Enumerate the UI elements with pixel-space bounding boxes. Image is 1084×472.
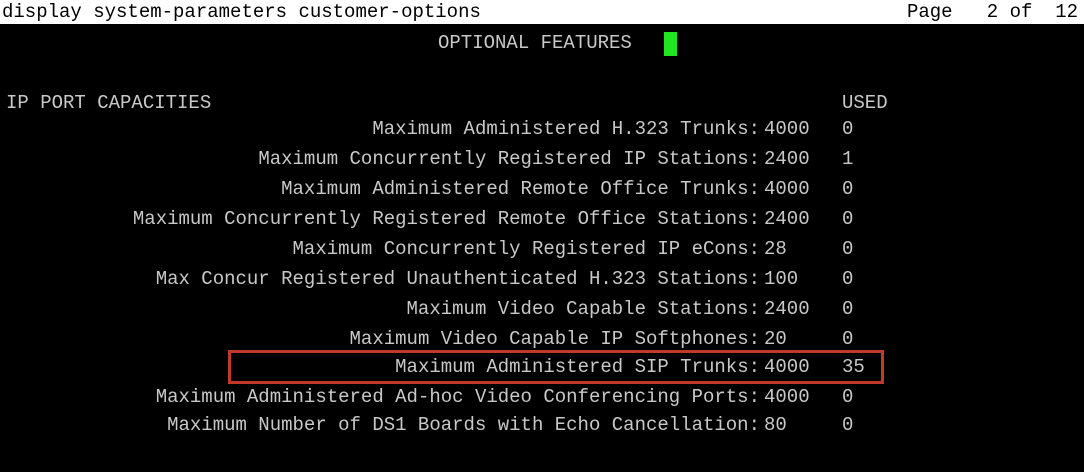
terminal-screen[interactable]: display system-parameters customer-optio… xyxy=(0,0,1084,472)
capacity-row-label: Maximum Concurrently Registered IP eCons… xyxy=(292,238,760,260)
command-bar: display system-parameters customer-optio… xyxy=(0,0,1084,24)
page-indicator: Page 2 of 12 xyxy=(906,1,1078,23)
used-value: 0 xyxy=(842,178,854,200)
used-value: 0 xyxy=(842,414,854,436)
capacity-row-label: Maximum Administered Remote Office Trunk… xyxy=(281,178,760,200)
used-value: 0 xyxy=(842,386,854,408)
used-value: 0 xyxy=(842,268,854,290)
capacity-value-field[interactable]: 80 xyxy=(764,412,787,438)
screen-title: OPTIONAL FEATURES xyxy=(438,32,632,54)
capacity-row-label: Maximum Video Capable IP Softphones: xyxy=(349,328,760,350)
capacity-row-label: Maximum Concurrently Registered Remote O… xyxy=(132,208,760,230)
sip-trunks-highlight-box xyxy=(228,350,884,384)
used-value: 1 xyxy=(842,148,854,170)
used-value: 0 xyxy=(842,298,854,320)
capacity-value-field[interactable]: 4000 xyxy=(764,384,810,410)
used-value: 0 xyxy=(842,328,854,350)
capacity-row-label: Maximum Video Capable Stations: xyxy=(406,298,760,320)
capacity-value-field[interactable]: 2400 xyxy=(764,296,810,322)
capacity-row-label: Maximum Concurrently Registered IP Stati… xyxy=(258,148,760,170)
capacity-value-field[interactable]: 20 xyxy=(764,326,787,352)
capacity-row-label: Max Concur Registered Unauthenticated H.… xyxy=(155,268,760,290)
text-cursor xyxy=(664,32,677,56)
capacity-value-field[interactable]: 4000 xyxy=(764,176,810,202)
used-column-header: USED xyxy=(842,92,888,114)
capacity-value-field[interactable]: 4000 xyxy=(764,116,810,142)
capacity-row-label: Maximum Administered H.323 Trunks: xyxy=(372,118,760,140)
command-text: display system-parameters customer-optio… xyxy=(2,1,481,23)
capacity-value-field[interactable]: 2400 xyxy=(764,146,810,172)
section-header: IP PORT CAPACITIES xyxy=(6,92,212,114)
capacity-value-field[interactable]: 28 xyxy=(764,236,787,262)
capacity-value-field[interactable]: 100 xyxy=(764,266,798,292)
used-value: 0 xyxy=(842,238,854,260)
capacity-value-field[interactable]: 2400 xyxy=(764,206,810,232)
capacity-row-label: Maximum Administered Ad-hoc Video Confer… xyxy=(155,386,760,408)
used-value: 0 xyxy=(842,118,854,140)
used-value: 0 xyxy=(842,208,854,230)
capacity-row-label: Maximum Number of DS1 Boards with Echo C… xyxy=(167,414,760,436)
